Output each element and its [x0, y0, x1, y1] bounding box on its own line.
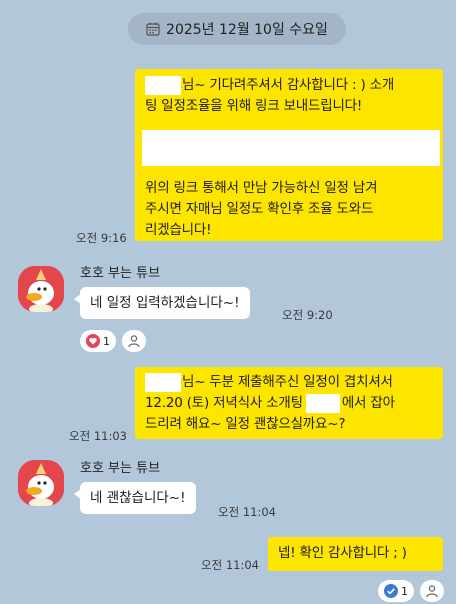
- message-line: 팅 일정조율을 위해 링크 보내드립니다!: [145, 98, 363, 114]
- duck-avatar-icon: [18, 266, 64, 312]
- message-time: 오전 11:04: [218, 505, 276, 519]
- message-line: 리겠습니다!: [145, 222, 212, 238]
- person-icon: [128, 335, 140, 348]
- reaction-badge[interactable]: 1: [80, 330, 116, 352]
- avatar[interactable]: [18, 460, 64, 506]
- message-time: 오전 11:04: [201, 558, 259, 572]
- redacted-name: [145, 372, 181, 392]
- redacted-link: [142, 130, 440, 166]
- message-line: 에서 잡아: [341, 395, 395, 411]
- check-icon: [384, 584, 398, 598]
- message-line: 님~ 기다려주셔서 감사합니다 : ) 소개: [182, 77, 395, 93]
- avatar[interactable]: [18, 266, 64, 312]
- reaction-count: 1: [103, 334, 110, 348]
- reaction-badge[interactable]: 1: [378, 580, 414, 602]
- add-reaction-button[interactable]: [122, 330, 146, 352]
- calendar-icon: [146, 22, 160, 36]
- add-reaction-button[interactable]: [420, 580, 444, 602]
- message-text: 넵! 확인 감사합니다 ; ): [278, 545, 407, 561]
- redacted-place: [305, 393, 340, 413]
- my-message-bubble[interactable]: 님~ 두분 제출해주신 일정이 겹치셔서 12.20 (토) 저녁식사 소개팅 에…: [135, 367, 443, 439]
- message-line: 12.20 (토) 저녁식사 소개팅: [145, 395, 303, 411]
- date-label: 2025년 12월 10일 수요일: [166, 22, 328, 38]
- message-time: 오전 9:20: [282, 308, 333, 322]
- message-line: 드리려 해요~ 일정 괜찮으실까요~?: [145, 416, 346, 432]
- sender-name: 호호 부는 튜브: [80, 266, 161, 281]
- heart-icon: [86, 334, 100, 348]
- date-divider: 2025년 12월 10일 수요일: [128, 13, 346, 45]
- reaction-count: 1: [401, 584, 408, 598]
- their-message-bubble[interactable]: 네 괜찮습니다~!: [80, 482, 196, 514]
- message-line: 위의 링크 통해서 만남 가능하신 일정 남겨: [145, 180, 378, 196]
- message-line: 님~ 두분 제출해주신 일정이 겹치셔서: [182, 374, 393, 390]
- duck-avatar-icon: [18, 460, 64, 506]
- my-message-bubble[interactable]: 넵! 확인 감사합니다 ; ): [268, 537, 443, 571]
- sender-name: 호호 부는 튜브: [80, 461, 161, 476]
- redacted-name: [145, 75, 181, 95]
- message-text: 네 괜찮습니다~!: [90, 490, 186, 506]
- message-time: 오전 9:16: [76, 231, 127, 245]
- message-text: 네 일정 입력하겠습니다~!: [90, 295, 240, 311]
- message-line: 주시면 자매님 일정도 확인후 조율 도와드: [145, 201, 374, 217]
- my-message-bubble[interactable]: 님~ 기다려주셔서 감사합니다 : ) 소개 팅 일정조율을 위해 링크 보내드…: [135, 69, 443, 241]
- their-message-bubble[interactable]: 네 일정 입력하겠습니다~!: [80, 287, 250, 319]
- person-icon: [426, 585, 438, 598]
- message-time: 오전 11:03: [69, 429, 127, 443]
